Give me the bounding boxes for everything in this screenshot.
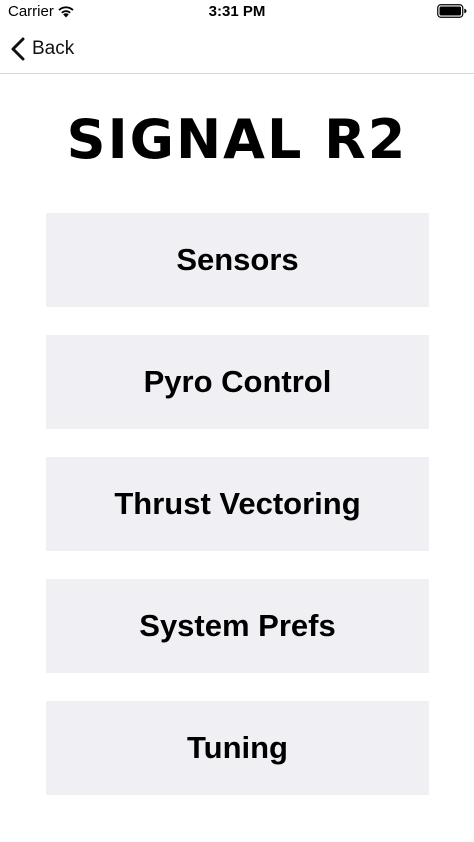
- pyro-control-button[interactable]: Pyro Control: [46, 335, 429, 429]
- system-prefs-button[interactable]: System Prefs: [46, 579, 429, 673]
- tuning-button[interactable]: Tuning: [46, 701, 429, 795]
- clock: 3:31 PM: [208, 3, 266, 20]
- screen: Carrier 3:31 PM Back SIGNAL R2 Sensors P…: [0, 0, 474, 842]
- status-bar: Carrier 3:31 PM: [0, 0, 474, 24]
- navigation-bar: Back: [0, 24, 474, 74]
- back-button[interactable]: Back: [10, 34, 74, 64]
- thrust-vectoring-button[interactable]: Thrust Vectoring: [46, 457, 429, 551]
- app-title: SIGNAL R2: [66, 108, 408, 171]
- battery-icon: [437, 4, 467, 18]
- sensors-button[interactable]: Sensors: [46, 213, 429, 307]
- chevron-left-icon: [11, 37, 25, 61]
- back-label: Back: [32, 38, 75, 59]
- main-menu: Sensors Pyro Control Thrust Vectoring Sy…: [46, 213, 429, 823]
